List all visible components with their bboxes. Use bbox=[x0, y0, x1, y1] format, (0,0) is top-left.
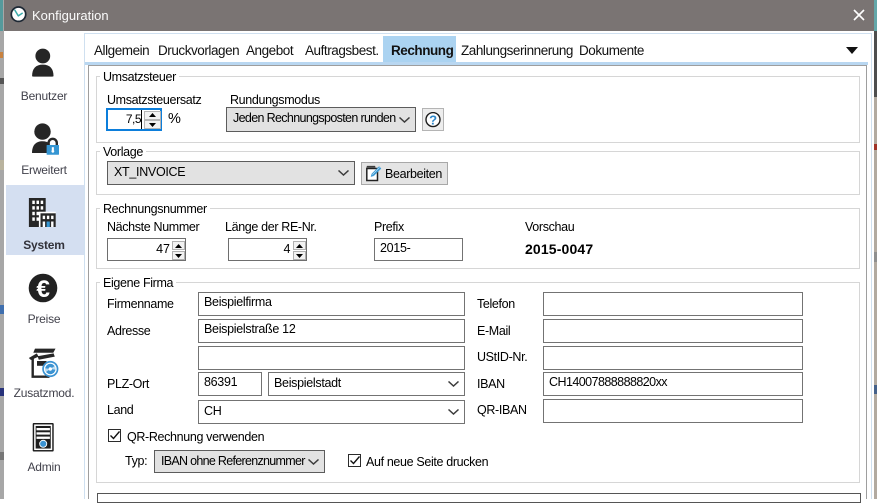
svg-text:€: € bbox=[36, 276, 50, 303]
svg-text:?: ? bbox=[429, 112, 437, 127]
